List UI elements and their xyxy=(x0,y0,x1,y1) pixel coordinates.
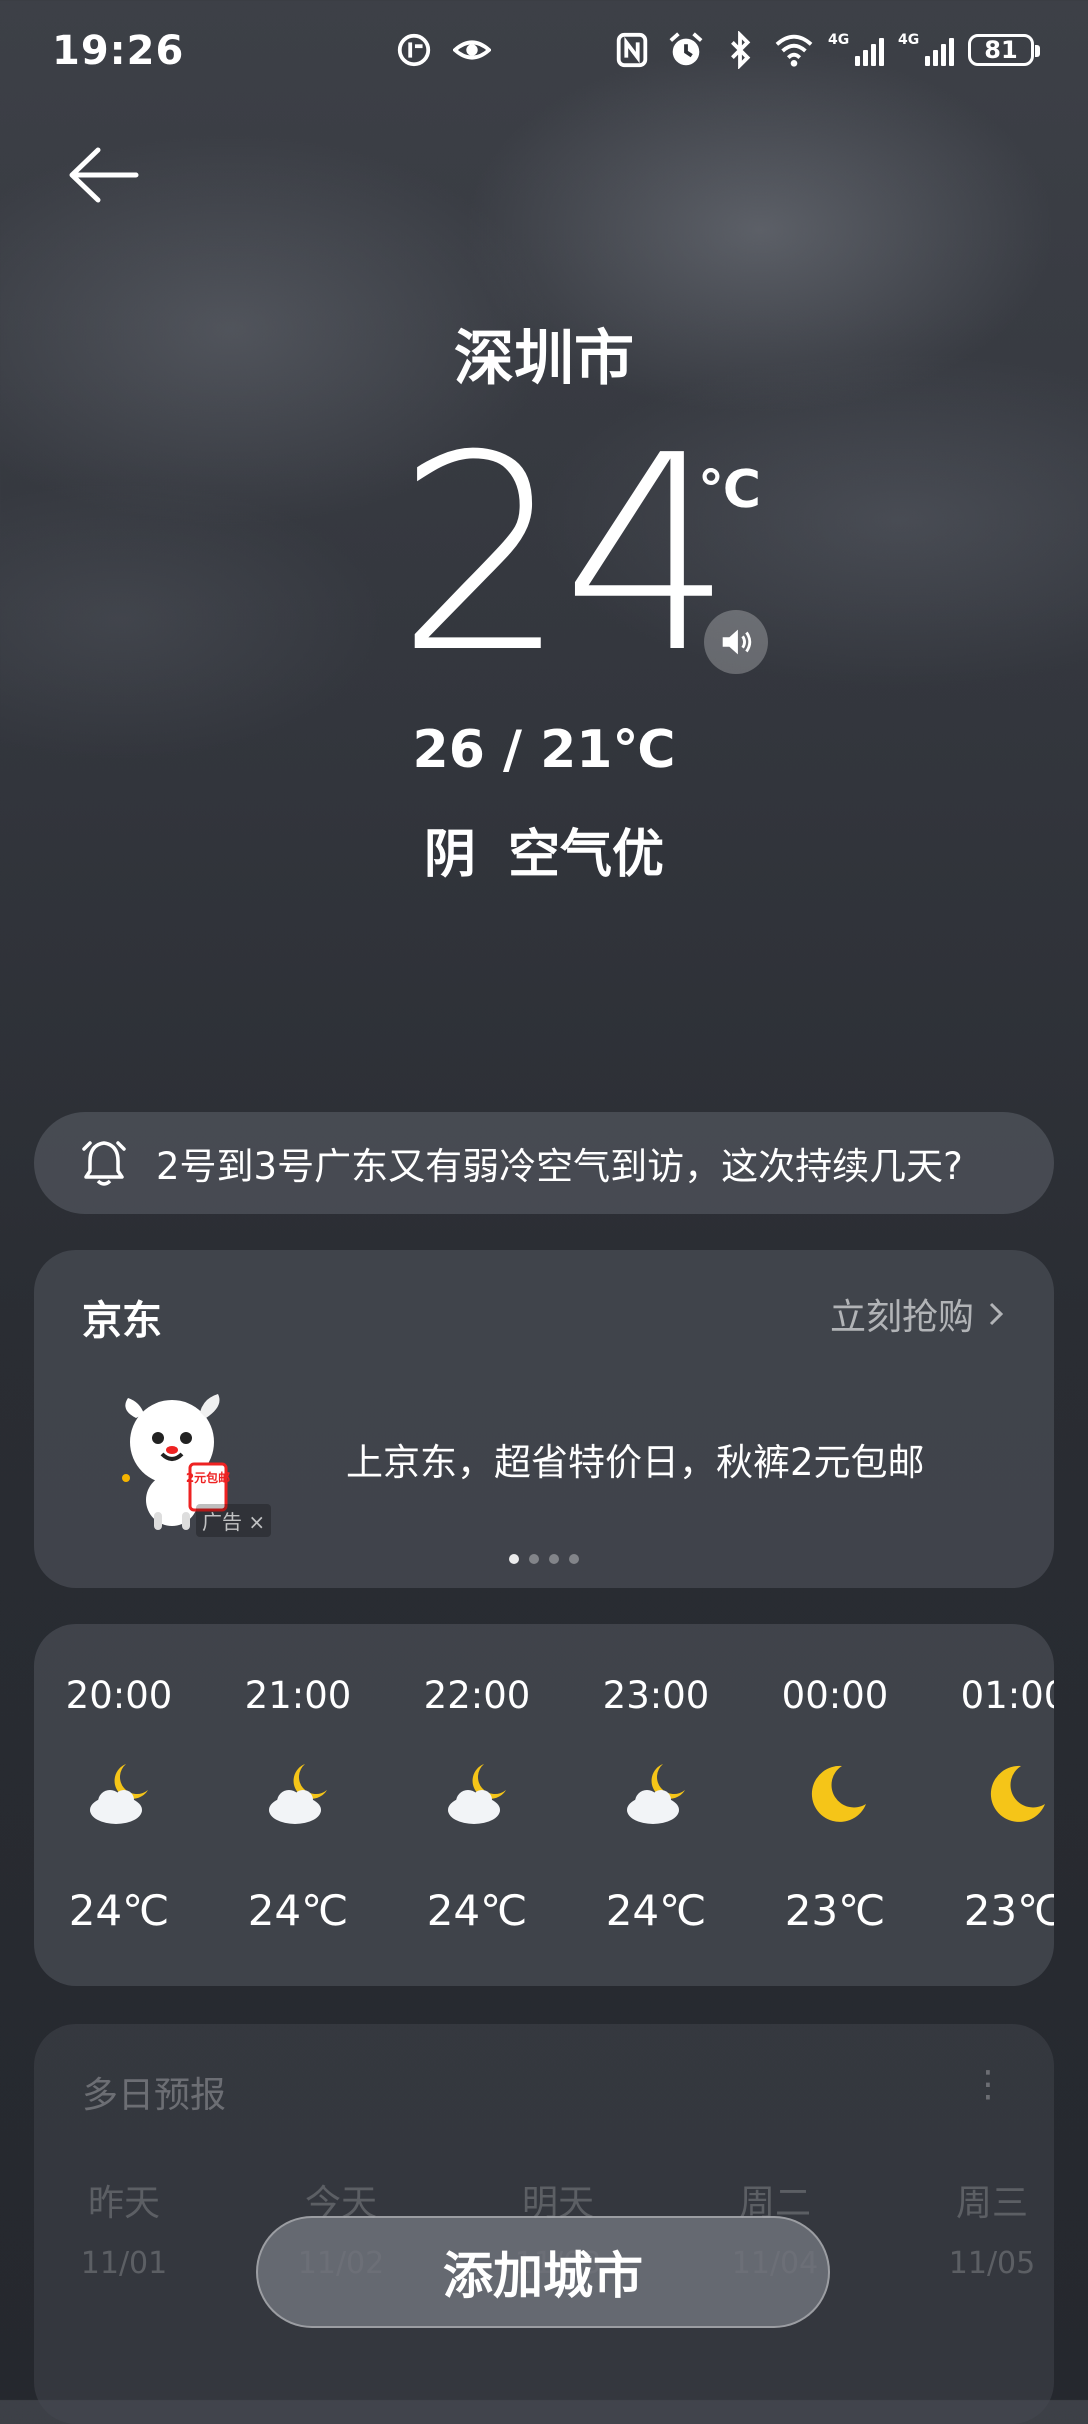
voice-broadcast-button[interactable] xyxy=(704,610,768,674)
buy-now-label: 立刻抢购 xyxy=(829,1297,974,1338)
ad-close-button[interactable]: 广告 × xyxy=(196,1504,272,1537)
day-item[interactable]: 周三 11/05 xyxy=(912,2174,1072,2281)
hour-temperature: 24℃ xyxy=(426,1886,528,1935)
net-label: 4G xyxy=(898,32,920,48)
bluetooth-icon xyxy=(720,30,760,70)
hour-temperature: 24℃ xyxy=(68,1886,170,1935)
current-temperature: 24 xyxy=(396,397,734,712)
day-name: 昨天 xyxy=(87,2183,160,2224)
multi-day-title: 多日预报 xyxy=(82,2075,227,2116)
net-label: 4G xyxy=(828,32,850,48)
hourly-item: 21:00 24℃ xyxy=(223,1624,373,1986)
mascot-badge: 2元包邮 xyxy=(186,1470,230,1485)
signal-4g-icon: 4G xyxy=(828,30,884,70)
hourly-item: 23:00 24℃ xyxy=(581,1624,731,1986)
day-name: 周三 xyxy=(955,2183,1028,2224)
wifi-icon xyxy=(774,30,814,70)
weather-news-banner[interactable]: 2号到3号广东又有弱冷空气到访，这次持续几天? xyxy=(34,1112,1054,1214)
moon-cloud-icon xyxy=(86,1760,156,1830)
carousel-dot xyxy=(529,1554,539,1564)
hour-temperature: 23℃ xyxy=(784,1886,886,1935)
eye-icon xyxy=(452,30,492,70)
ad-card[interactable]: 京东 立刻抢购 2元包邮 广告 × 上京东，超省特价日，秋裤2元包邮 xyxy=(34,1250,1054,1588)
hour-temperature: 23℃ xyxy=(963,1886,1054,1935)
weather-condition: 阴 空气优 xyxy=(423,825,665,885)
speaker-icon xyxy=(722,629,752,655)
chevron-right-icon xyxy=(989,1302,1004,1326)
temperature-unit: ℃ xyxy=(698,460,761,520)
ad-brand: 京东 xyxy=(82,1298,162,1344)
hour-time: 22:00 xyxy=(423,1674,531,1717)
more-options-button[interactable]: ⋮ xyxy=(970,2064,1006,2105)
signal-4g-icon: 4G xyxy=(898,30,954,70)
hour-time: 01:00 xyxy=(960,1674,1054,1717)
carousel-dot xyxy=(569,1554,579,1564)
news-text: 2号到3号广东又有弱冷空气到访，这次持续几天? xyxy=(156,1145,963,1188)
hourly-item: 22:00 24℃ xyxy=(402,1624,552,1986)
status-left-icons xyxy=(394,30,492,70)
hourly-forecast[interactable]: 20:00 24℃ 21:00 24℃ 22:00 24℃ 23:00 24℃ 00:00 23℃… xyxy=(34,1624,1054,1986)
city-name: 深圳市 xyxy=(454,324,634,394)
temperature-range: 26 / 21℃ xyxy=(412,720,676,780)
carousel-dot xyxy=(509,1554,519,1564)
alarm-icon xyxy=(666,30,706,70)
day-item[interactable]: 昨天 11/01 xyxy=(44,2174,204,2281)
day-date: 11/05 xyxy=(948,2246,1036,2281)
moon-cloud-icon xyxy=(623,1760,693,1830)
hourly-item: 01:00 23℃ xyxy=(939,1624,1054,1986)
moon-cloud-icon xyxy=(265,1760,335,1830)
back-button[interactable] xyxy=(64,140,144,210)
hour-time: 21:00 xyxy=(244,1674,352,1717)
nfc-icon xyxy=(612,30,652,70)
moon-icon xyxy=(802,1760,872,1830)
moon-cloud-icon xyxy=(444,1760,514,1830)
hourly-item: 20:00 24℃ xyxy=(44,1624,194,1986)
status-time: 19:26 xyxy=(52,28,185,74)
arrow-left-icon xyxy=(69,147,139,203)
add-city-button[interactable]: 添加城市 xyxy=(256,2216,830,2328)
hour-time: 23:00 xyxy=(602,1674,710,1717)
day-date: 11/01 xyxy=(80,2246,168,2281)
status-right-icons: 4G 4G 81 xyxy=(612,30,1040,70)
bell-icon xyxy=(82,1141,126,1186)
buy-now-link[interactable]: 立刻抢购 xyxy=(830,1288,1006,1340)
battery-icon: 81 xyxy=(968,34,1040,66)
hour-time: 00:00 xyxy=(781,1674,889,1717)
carousel-indicator xyxy=(34,1554,1054,1564)
carousel-dot xyxy=(549,1554,559,1564)
hour-temperature: 24℃ xyxy=(247,1886,349,1935)
battery-level: 81 xyxy=(984,36,1018,64)
hourly-list[interactable]: 20:00 24℃ 21:00 24℃ 22:00 24℃ 23:00 24℃ 00:00 23℃… xyxy=(34,1624,1054,1986)
app-notification-icon xyxy=(394,30,434,70)
ad-text: 上京东，超省特价日，秋裤2元包邮 xyxy=(346,1441,925,1484)
hourly-item: 00:00 23℃ xyxy=(760,1624,910,1986)
hour-time: 20:00 xyxy=(65,1674,173,1717)
hour-temperature: 24℃ xyxy=(605,1886,707,1935)
moon-icon xyxy=(981,1760,1051,1830)
